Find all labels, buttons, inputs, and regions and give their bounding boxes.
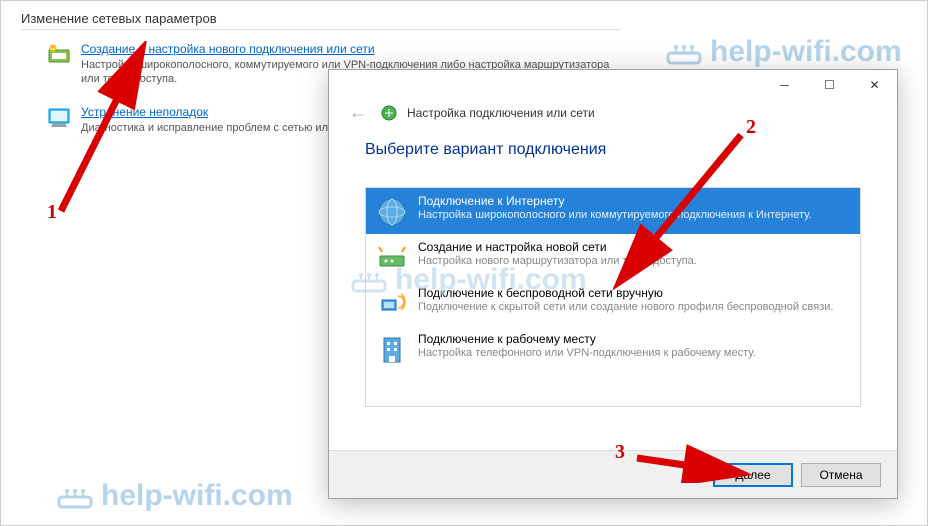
dialog-header-text: Настройка подключения или сети — [407, 106, 595, 120]
connection-options-list: Подключение к Интернету Настройка широко… — [365, 187, 861, 407]
building-icon — [376, 334, 408, 366]
cancel-button[interactable]: Отмена — [801, 463, 881, 487]
close-button[interactable]: ✕ — [852, 70, 897, 100]
new-connection-link[interactable]: Создание и настройка нового подключения … — [81, 42, 621, 56]
next-button[interactable]: Далее — [713, 463, 793, 487]
section-title: Изменение сетевых параметров — [21, 11, 621, 30]
annotation-num-2: 2 — [746, 116, 756, 139]
option-title: Создание и настройка новой сети — [418, 240, 697, 254]
back-arrow-icon[interactable]: ← — [345, 102, 371, 123]
option-desc: Подключение к скрытой сети или создание … — [418, 301, 833, 313]
annotation-num-1: 1 — [47, 201, 57, 224]
globe-icon — [376, 196, 408, 228]
watermark: help-wifi.com — [57, 479, 293, 513]
option-title: Подключение к Интернету — [418, 194, 812, 208]
option-desc: Настройка телефонного или VPN-подключени… — [418, 347, 756, 359]
annotation-num-3: 3 — [615, 441, 625, 464]
option-workplace[interactable]: Подключение к рабочему месту Настройка т… — [366, 326, 860, 372]
option-internet[interactable]: Подключение к Интернету Настройка широко… — [366, 188, 860, 234]
network-icon — [381, 105, 397, 121]
dialog-footer: Далее Отмена — [329, 450, 897, 498]
dialog-title: Выберите вариант подключения — [365, 141, 861, 159]
maximize-button[interactable]: ☐ — [807, 70, 852, 100]
option-title: Подключение к рабочему месту — [418, 332, 756, 346]
minimize-button[interactable]: ─ — [762, 70, 807, 100]
dialog-header: ← Настройка подключения или сети — [329, 100, 897, 133]
watermark: help-wifi.com — [666, 35, 902, 69]
new-connection-icon — [47, 42, 71, 66]
titlebar: ─ ☐ ✕ — [329, 70, 897, 100]
troubleshoot-icon — [47, 105, 71, 129]
option-desc: Настройка широкополосного или коммутируе… — [418, 209, 812, 221]
watermark: help-wifi.com — [351, 263, 587, 297]
